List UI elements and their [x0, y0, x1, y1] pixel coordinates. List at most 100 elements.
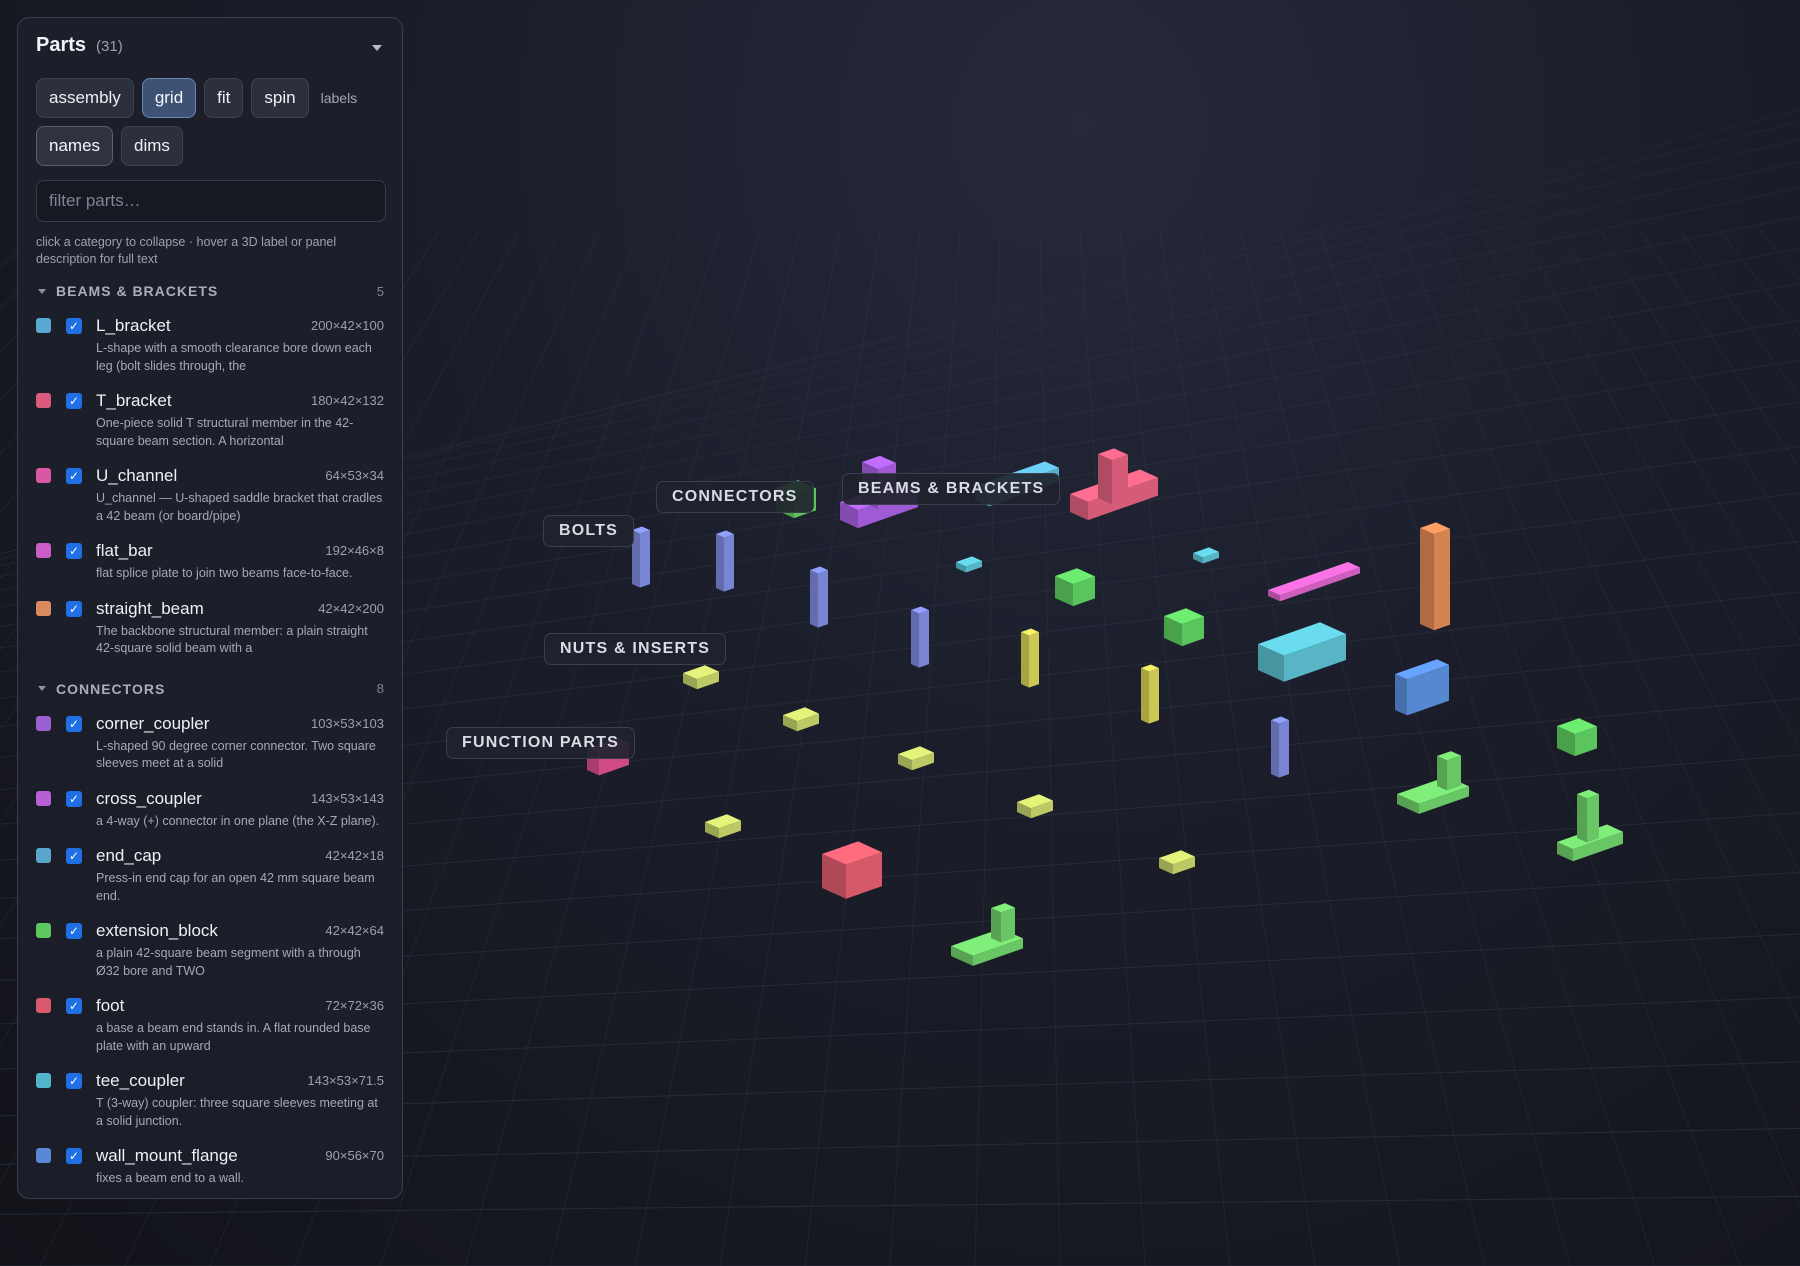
scene-label-function-parts[interactable]: FUNCTION PARTS — [446, 727, 635, 759]
part-description[interactable]: fixes a beam end to a wall. — [96, 1170, 384, 1188]
part-face — [1420, 528, 1434, 631]
tee-coupler-part-icon[interactable] — [1258, 622, 1346, 682]
part-row[interactable]: ✓ T_bracket 180×42×132 One-piece solid T st… — [36, 389, 384, 450]
part-name[interactable]: wall_mount_flange — [96, 1144, 311, 1168]
visibility-checkbox[interactable]: ✓ — [66, 600, 82, 617]
category-count: 8 — [376, 681, 384, 696]
bolt-part-icon[interactable] — [1271, 716, 1289, 778]
part-description[interactable]: T (3-way) coupler: three square sleeves … — [96, 1095, 384, 1130]
part-name[interactable]: U_channel — [96, 464, 311, 488]
wall-flange-part-icon[interactable] — [1395, 659, 1449, 716]
grid-line — [1439, 229, 1800, 1025]
bolt-part-icon[interactable] — [632, 526, 650, 588]
nut-part-icon[interactable] — [1159, 850, 1195, 875]
part-name[interactable]: flat_bar — [96, 539, 311, 563]
chevron-down-icon[interactable] — [372, 45, 382, 51]
part-row[interactable]: ✓ extension_block 42×42×64 a plain 42-squar… — [36, 919, 384, 980]
names-button[interactable]: names — [36, 126, 114, 166]
extension-block-part-icon[interactable] — [1055, 568, 1095, 607]
filter-parts-input[interactable] — [36, 180, 386, 222]
category-header[interactable]: BEAMS & BRACKETS 5 — [36, 282, 384, 300]
extension-block-part-icon[interactable] — [1164, 608, 1204, 647]
end-cap-part-icon[interactable] — [1193, 547, 1219, 564]
visibility-checkbox[interactable]: ✓ — [66, 715, 82, 732]
part-row[interactable]: ✓ foot 72×72×36 a base a beam end stands in… — [36, 994, 384, 1055]
extension-block-part-icon[interactable] — [1557, 718, 1597, 757]
hinge-part-icon[interactable] — [1397, 751, 1469, 814]
chevron-down-icon[interactable] — [38, 686, 46, 691]
part-name[interactable]: end_cap — [96, 844, 311, 868]
visibility-checkbox[interactable]: ✓ — [66, 1073, 82, 1089]
part-name[interactable]: T_bracket — [96, 389, 297, 413]
part-name[interactable]: tee_coupler — [96, 1069, 293, 1093]
part-name[interactable]: cross_coupler — [96, 787, 297, 811]
part-row[interactable]: ✓ U_channel 64×53×34 U_channel — U-shaped s… — [36, 464, 384, 525]
hook-part-icon[interactable] — [1021, 628, 1039, 688]
visibility-checkbox[interactable]: ✓ — [66, 468, 82, 484]
scene-label-connectors[interactable]: CONNECTORS — [656, 481, 814, 513]
part-name[interactable]: extension_block — [96, 919, 311, 943]
part-face — [1395, 674, 1407, 716]
scene-label-nuts-inserts[interactable]: NUTS & INSERTS — [544, 633, 727, 665]
part-name[interactable]: foot — [96, 994, 311, 1018]
part-row[interactable]: ✓ tee_coupler 143×53×71.5 T (3-way) coupler… — [36, 1069, 384, 1130]
part-row[interactable]: ✓ flat_bar 192×46×8 flat splice plate to jo… — [36, 539, 384, 583]
nut-part-icon[interactable] — [783, 707, 819, 732]
visibility-checkbox[interactable]: ✓ — [66, 543, 82, 559]
assembly-button[interactable]: assembly — [36, 78, 134, 118]
bolt-part-icon[interactable] — [810, 566, 828, 628]
part-name[interactable]: L_bracket — [96, 314, 297, 338]
visibility-checkbox[interactable]: ✓ — [66, 848, 82, 864]
hinge-part-icon[interactable] — [951, 903, 1023, 966]
visibility-checkbox[interactable]: ✓ — [66, 998, 82, 1014]
visibility-checkbox[interactable]: ✓ — [66, 318, 82, 334]
bolt-part-icon[interactable] — [911, 606, 929, 668]
part-description[interactable]: U_channel — U-shaped saddle bracket that… — [96, 490, 384, 525]
nut-part-icon[interactable] — [705, 814, 741, 839]
part-description[interactable]: The backbone structural member: a plain … — [96, 623, 384, 658]
spin-button[interactable]: spin — [251, 78, 309, 118]
bolt-part-icon[interactable] — [716, 530, 734, 592]
tall-beam-part-icon[interactable] — [1420, 522, 1450, 631]
fit-button[interactable]: fit — [204, 78, 244, 118]
part-description[interactable]: L-shape with a smooth clearance bore dow… — [96, 340, 384, 375]
visibility-checkbox[interactable]: ✓ — [66, 790, 82, 807]
scene-label-bolts[interactable]: BOLTS — [543, 515, 635, 547]
grid-button[interactable]: grid — [141, 78, 197, 118]
end-cap-part-icon[interactable] — [956, 556, 982, 573]
part-dims: 143×53×71.5 — [307, 1073, 384, 1088]
part-dims: 200×42×100 — [310, 318, 384, 333]
color-swatch — [36, 1148, 51, 1163]
part-description[interactable]: a plain 42-square beam segment with a th… — [96, 945, 384, 980]
hook-part-icon[interactable] — [1141, 664, 1159, 724]
part-row[interactable]: ✓ end_cap 42×42×18 Press-in end cap for an … — [36, 844, 384, 905]
part-description[interactable]: One-piece solid T structural member in t… — [96, 415, 384, 450]
visibility-checkbox[interactable]: ✓ — [66, 1148, 82, 1164]
part-description[interactable]: a base a beam end stands in. A flat roun… — [96, 1020, 384, 1055]
part-face — [1447, 755, 1461, 791]
scene-label-beams-brackets[interactable]: BEAMS & BRACKETS — [842, 473, 1061, 505]
visibility-checkbox[interactable]: ✓ — [66, 393, 82, 409]
nut-part-icon[interactable] — [898, 746, 934, 771]
foot-part-icon[interactable] — [822, 841, 882, 899]
visibility-checkbox[interactable]: ✓ — [66, 923, 82, 939]
part-description[interactable]: L-shaped 90 degree corner connector. Two… — [96, 738, 384, 773]
nut-part-icon[interactable] — [683, 665, 719, 690]
dims-button[interactable]: dims — [121, 126, 183, 166]
part-row[interactable]: ✓ wall_mount_flange 90×56×70 fixes a beam e… — [36, 1144, 384, 1188]
category-header[interactable]: CONNECTORS 8 — [36, 680, 384, 698]
part-name[interactable]: straight_beam — [96, 597, 304, 621]
category-name[interactable]: BEAMS & BRACKETS — [56, 283, 218, 299]
part-description[interactable]: a 4-way (+) connector in one plane (the … — [96, 813, 384, 831]
part-description[interactable]: Press-in end cap for an open 42 mm squar… — [96, 870, 384, 905]
part-name[interactable]: corner_coupler — [96, 712, 297, 736]
grid-line — [889, 229, 961, 1266]
chevron-down-icon[interactable] — [38, 288, 46, 294]
scene-parts[interactable] — [587, 448, 1623, 966]
part-description[interactable]: flat splice plate to join two beams face… — [96, 565, 384, 583]
part-row[interactable]: ✓ cross_coupler 143×53×143 a 4-way (+) conn… — [36, 787, 384, 831]
part-row[interactable]: ✓ straight_beam 42×42×200 The backbone stru… — [36, 597, 384, 658]
part-row[interactable]: ✓ corner_coupler 103×53×103 L-shaped 90 deg… — [36, 712, 384, 773]
part-row[interactable]: ✓ L_bracket 200×42×100 L-shape with a smoot… — [36, 314, 384, 375]
category-name[interactable]: CONNECTORS — [56, 681, 165, 697]
